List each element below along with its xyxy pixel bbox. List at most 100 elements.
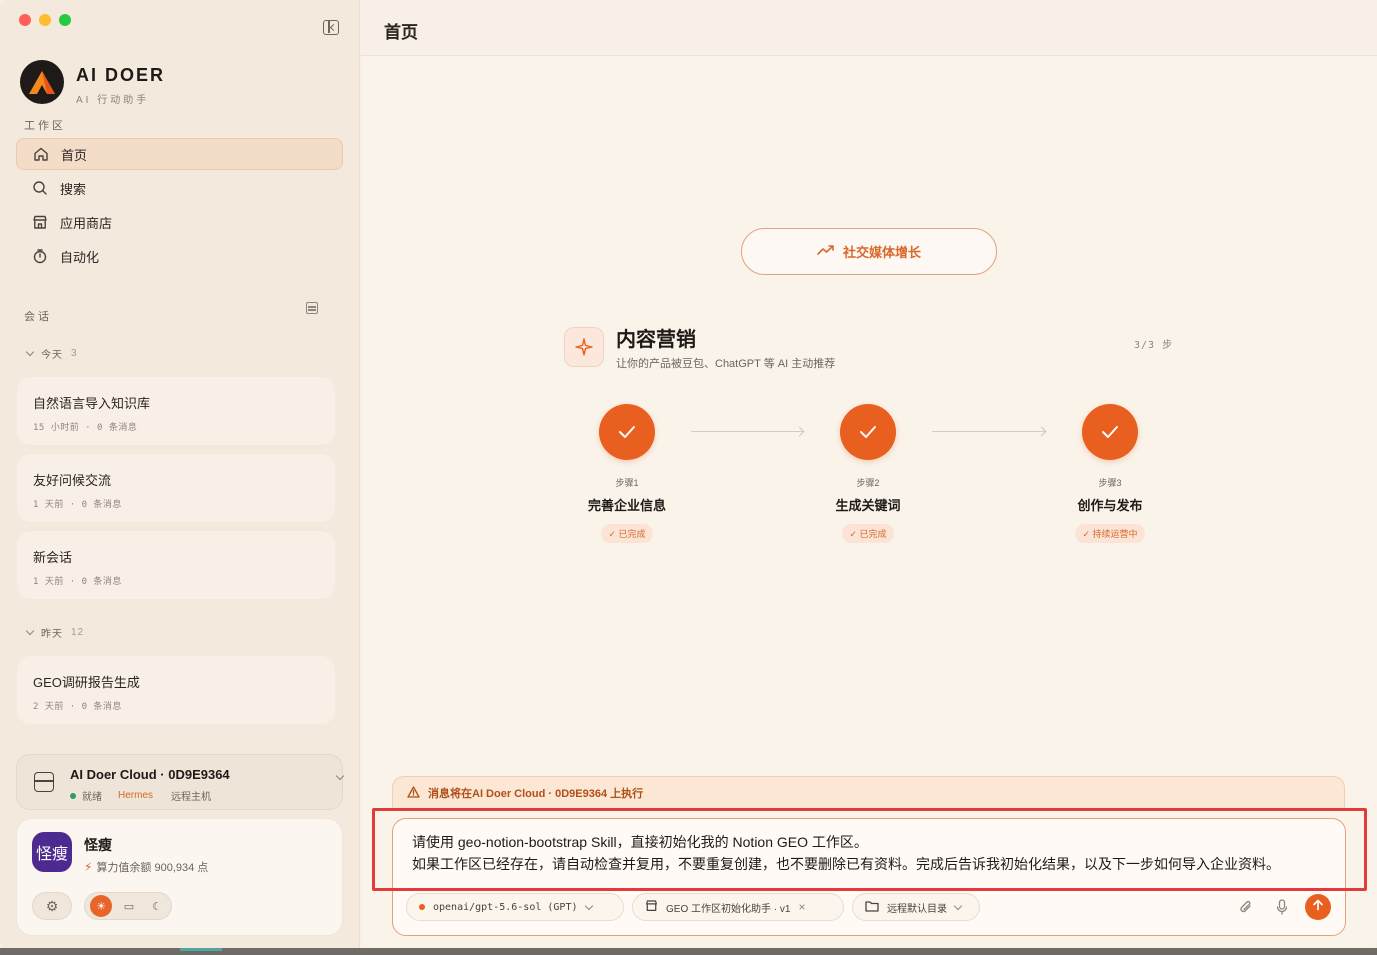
host-runtime: Hermes xyxy=(118,790,154,801)
microphone-icon[interactable] xyxy=(1272,897,1292,917)
nav-item-label: 自动化 xyxy=(60,249,100,265)
chevron-down-icon xyxy=(953,901,963,910)
main-panel: 首页 社交媒体增长 内容营销 让你的产品被豆包、ChatGPT 等 AI 主动推… xyxy=(361,0,1377,950)
monitor-icon[interactable]: ▭ xyxy=(118,895,140,917)
conversation-item[interactable]: 自然语言导入知识库 15 小时前 · 0 条消息 xyxy=(17,377,335,445)
status-badge: ✓ 已完成 xyxy=(601,524,653,543)
skill-chip[interactable]: GEO 工作区初始化助手 · v1 × xyxy=(632,893,844,921)
conversation-meta: 1 天前 · 0 条消息 xyxy=(33,577,122,587)
conversation-item[interactable]: 友好问候交流 1 天前 · 0 条消息 xyxy=(17,454,335,522)
group-count: 3 xyxy=(71,348,78,359)
conversation-title: 新会话 xyxy=(33,550,73,565)
check-icon xyxy=(840,404,896,460)
avatar[interactable]: 怪瘦 xyxy=(32,832,72,872)
step-name: 完善企业信息 xyxy=(587,498,666,513)
zoom-window-button[interactable] xyxy=(59,14,71,26)
app-name: AI DOER xyxy=(76,65,166,85)
check-icon xyxy=(599,404,655,460)
highlight-frame xyxy=(372,808,1367,891)
credit-balance: ⚡ 算力值余额 900,934 点 xyxy=(84,859,208,875)
group-label: 今天 xyxy=(41,350,63,361)
notice-text: 消息将在AI Doer Cloud · 0D9E9364 上执行 xyxy=(428,788,644,800)
sparkle-icon xyxy=(564,327,604,367)
warning-icon xyxy=(407,785,420,801)
user-card: 怪瘦 怪瘦 ⚡ 算力值余额 900,934 点 ⚙ ☀ ▭ ☾ xyxy=(16,818,343,936)
host-selector[interactable]: AI Doer Cloud · 0D9E9364 就绪 Hermes 远程主机 xyxy=(16,754,345,810)
app-logo-icon xyxy=(20,60,64,104)
timer-icon xyxy=(32,248,48,264)
conversation-item[interactable]: GEO调研报告生成 2 天前 · 0 条消息 xyxy=(17,656,335,724)
model-label: openai/gpt-5.6-sol (GPT) xyxy=(433,901,578,913)
execution-notice: 消息将在AI Doer Cloud · 0D9E9364 上执行 xyxy=(392,776,1345,810)
arrow-up-icon xyxy=(1312,898,1324,916)
conversation-meta: 2 天前 · 0 条消息 xyxy=(33,702,122,712)
moon-icon[interactable]: ☾ xyxy=(146,895,168,917)
close-window-button[interactable] xyxy=(19,14,31,26)
step-2[interactable]: 步骤2 生成关键词 ✓ 已完成 xyxy=(808,404,928,543)
session-list-icon[interactable] xyxy=(306,302,318,314)
minimize-window-button[interactable] xyxy=(39,14,51,26)
sun-icon[interactable]: ☀ xyxy=(90,895,112,917)
close-icon[interactable]: × xyxy=(798,900,805,914)
conversation-title: 友好问候交流 xyxy=(33,473,112,488)
user-name: 怪瘦 xyxy=(84,837,112,853)
step-1[interactable]: 步骤1 完善企业信息 ✓ 已完成 xyxy=(567,404,687,543)
step-name: 生成关键词 xyxy=(835,498,901,513)
skill-label: GEO 工作区初始化助手 · v1 xyxy=(666,903,791,915)
send-button[interactable] xyxy=(1305,894,1331,920)
conversation-title: 自然语言导入知识库 xyxy=(33,396,151,411)
check-icon xyxy=(1082,404,1138,460)
app-window: AI DOER AI 行动助手 工作区 首页 搜索 应用商店 自动化 会话 今天… xyxy=(0,0,1377,950)
folder-icon xyxy=(865,900,879,915)
chevron-down-icon xyxy=(584,901,593,910)
marketing-title: 内容营销 xyxy=(616,329,696,351)
model-selector[interactable]: openai/gpt-5.6-sol (GPT) xyxy=(406,893,624,921)
nav-item-label: 应用商店 xyxy=(60,215,113,231)
workspace-label: 工作区 xyxy=(24,120,66,132)
host-type: 远程主机 xyxy=(171,792,212,803)
top-bar: 首页 xyxy=(361,0,1377,56)
page-title: 首页 xyxy=(384,23,418,42)
dock-strip xyxy=(0,948,1377,955)
chevron-down-icon xyxy=(335,771,345,781)
step-connector xyxy=(932,431,1045,432)
group-today[interactable]: 今天 3 xyxy=(25,346,78,361)
conversation-meta: 1 天前 · 0 条消息 xyxy=(33,500,122,510)
store-icon xyxy=(645,899,658,915)
paperclip-icon[interactable] xyxy=(1236,897,1256,917)
bolt-icon: ⚡ xyxy=(84,860,93,874)
nav-item-label: 搜索 xyxy=(60,181,87,197)
settings-button[interactable]: ⚙ xyxy=(32,892,72,920)
status-badge: ✓ 已完成 xyxy=(842,524,894,543)
app-subtitle: AI 行动助手 xyxy=(76,95,150,106)
sidebar-collapse-icon[interactable] xyxy=(323,20,339,35)
marketing-subtitle: 让你的产品被豆包、ChatGPT 等 AI 主动推荐 xyxy=(616,358,836,370)
sessions-label: 会话 xyxy=(24,311,52,323)
sidebar: AI DOER AI 行动助手 工作区 首页 搜索 应用商店 自动化 会话 今天… xyxy=(0,0,360,950)
theme-switcher: ☀ ▭ ☾ xyxy=(84,892,172,920)
social-growth-label: 社交媒体增长 xyxy=(842,245,921,260)
chevron-down-icon xyxy=(25,347,35,356)
credit-text: 算力值余额 900,934 点 xyxy=(96,862,209,874)
directory-selector[interactable]: 远程默认目录 xyxy=(852,893,980,921)
nav-item-home[interactable]: 首页 xyxy=(16,138,343,170)
conversation-item[interactable]: 新会话 1 天前 · 0 条消息 xyxy=(17,531,335,599)
model-dot-icon xyxy=(419,904,425,910)
gear-icon: ⚙ xyxy=(45,897,59,914)
nav-item-search[interactable]: 搜索 xyxy=(16,172,343,204)
group-count: 12 xyxy=(71,627,85,638)
server-icon xyxy=(34,772,54,792)
group-label: 昨天 xyxy=(41,629,63,640)
conversation-title: GEO调研报告生成 xyxy=(33,675,140,690)
trending-up-icon xyxy=(817,244,835,259)
store-icon xyxy=(32,214,48,230)
step-number: 步骤1 xyxy=(615,478,639,488)
group-yesterday[interactable]: 昨天 12 xyxy=(25,625,85,640)
chevron-down-icon xyxy=(25,626,35,635)
nav-item-store[interactable]: 应用商店 xyxy=(16,206,343,238)
step-number: 步骤2 xyxy=(856,478,880,488)
nav-item-automation[interactable]: 自动化 xyxy=(16,240,343,272)
host-status: 就绪 Hermes 远程主机 xyxy=(70,788,211,803)
social-growth-button[interactable]: 社交媒体增长 xyxy=(741,228,997,275)
step-3[interactable]: 步骤3 创作与发布 ✓ 持续运营中 xyxy=(1050,404,1170,543)
